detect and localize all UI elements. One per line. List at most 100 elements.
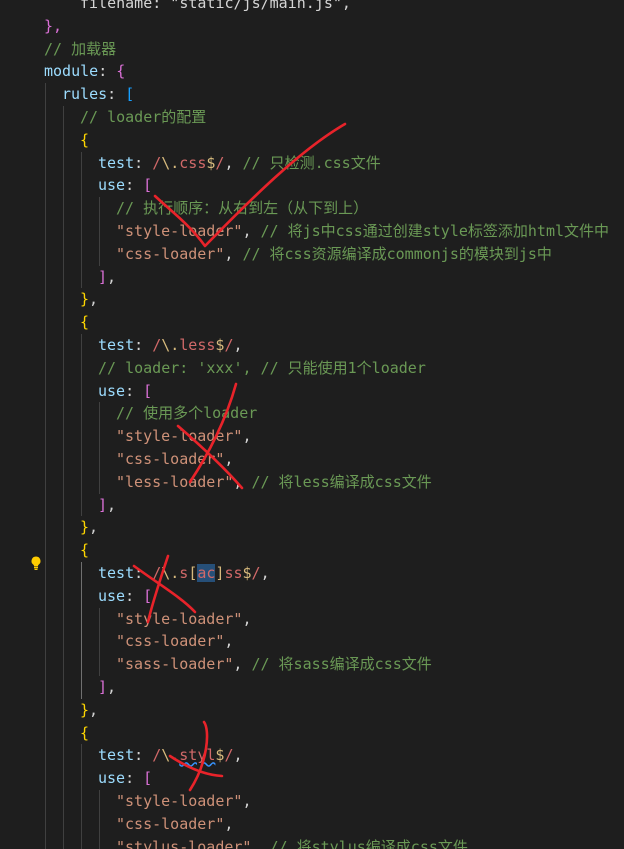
code-line[interactable]: "css-loader",	[0, 448, 233, 471]
code-line[interactable]: "style-loader",	[0, 790, 251, 813]
code-token: ,	[242, 792, 252, 810]
code-token: "sass-loader"	[116, 655, 234, 674]
code-token: ,	[242, 427, 252, 446]
code-line[interactable]: },	[0, 516, 98, 539]
code-token: :	[107, 85, 126, 104]
code-token: [	[143, 381, 153, 400]
code-token: :	[134, 746, 153, 765]
code-token: [	[188, 564, 198, 582]
code-token: less	[179, 336, 216, 354]
code-line[interactable]: "sass-loader", // 将sass编译成css文件	[0, 653, 432, 676]
code-line[interactable]: },	[0, 699, 98, 722]
code-line[interactable]: // 使用多个loader	[0, 402, 257, 425]
code-line[interactable]: test: /\.less$/,	[0, 334, 243, 357]
code-line[interactable]: use: [	[0, 767, 152, 790]
code-token: css	[179, 153, 207, 172]
code-token: :	[134, 336, 153, 354]
code-token: styl	[179, 746, 216, 765]
code-line[interactable]: use: [	[0, 585, 152, 608]
code-token: test	[98, 153, 135, 172]
code-token: // 将sass编译成css文件	[251, 655, 432, 674]
code-token: test	[98, 336, 135, 354]
code-token: ,	[224, 244, 243, 263]
code-line[interactable]: use: [	[0, 380, 152, 403]
code-line[interactable]: ],	[0, 676, 116, 699]
code-token: "less-loader"	[116, 472, 234, 491]
code-editor[interactable]: filename: "static/js/main.js",}, // 加载器 mo…	[0, 0, 624, 849]
code-token: \.	[161, 153, 180, 172]
code-line[interactable]: "less-loader", // 将less编译成css文件	[0, 471, 432, 494]
code-token: \.	[161, 336, 180, 354]
code-token: /	[152, 746, 162, 765]
code-token: ,	[242, 609, 252, 628]
code-token: [	[143, 586, 153, 605]
code-token: ,	[224, 632, 234, 651]
code-token: /	[152, 564, 162, 582]
code-token: }	[80, 700, 90, 719]
code-token: [	[143, 176, 153, 195]
code-token: }	[80, 290, 90, 309]
code-token: },	[44, 16, 63, 35]
code-line[interactable]: // 加载器	[0, 38, 116, 61]
code-line[interactable]: "css-loader",	[0, 630, 233, 653]
code-token: ,	[89, 290, 99, 309]
code-line[interactable]: ],	[0, 266, 116, 289]
code-token: {	[80, 313, 90, 332]
code-token: // 只检测.css文件	[242, 153, 381, 172]
code-line[interactable]: {	[0, 129, 89, 152]
code-line[interactable]: },	[0, 15, 62, 38]
code-token: ,	[233, 336, 243, 354]
code-token: // 执行顺序：从右到左（从下到上）	[116, 199, 369, 218]
code-line[interactable]: "stylus-loader", // 将stylus编译成css文件	[0, 836, 468, 849]
code-line[interactable]: filename: "static/js/main.js",	[0, 0, 351, 15]
code-token: "style-loader"	[116, 792, 243, 810]
code-token: ,	[260, 564, 270, 582]
code-line[interactable]: test: /\.css$/, // 只检测.css文件	[0, 152, 381, 175]
code-line[interactable]: "css-loader", // 将css资源编译成commonjs的模块到js…	[0, 243, 552, 266]
code-line[interactable]: rules: [	[0, 83, 134, 106]
code-line[interactable]: // 执行顺序：从右到左（从下到上）	[0, 197, 368, 220]
code-token: ,	[224, 153, 243, 172]
code-line[interactable]: module: {	[0, 60, 125, 83]
code-line[interactable]: "css-loader",	[0, 813, 233, 836]
code-token: // loader的配置	[80, 108, 207, 126]
code-token: use	[98, 381, 126, 400]
code-token: ,	[251, 837, 270, 849]
code-token: "css-loader"	[116, 632, 225, 651]
code-line[interactable]: "style-loader",	[0, 608, 251, 631]
code-token: /	[152, 336, 162, 354]
code-token: "style-loader"	[116, 427, 243, 446]
code-token: :	[134, 153, 153, 172]
code-token: /	[251, 564, 261, 582]
code-line[interactable]: "style-loader", // 将js中css通过创建style标签添加h…	[0, 220, 609, 243]
code-line[interactable]: // loader的配置	[0, 106, 206, 129]
code-line[interactable]: ],	[0, 494, 116, 517]
code-token: {	[80, 723, 90, 742]
lightbulb-icon[interactable]	[28, 555, 44, 571]
code-line[interactable]: "style-loader",	[0, 425, 251, 448]
code-token: // loader: 'xxx', // 只能使用1个loader	[98, 358, 426, 377]
code-token: ,	[233, 746, 243, 765]
code-token: // 使用多个loader	[116, 404, 258, 423]
code-line[interactable]: use: [	[0, 174, 152, 197]
code-token: ,	[107, 267, 117, 286]
code-line[interactable]: // loader: 'xxx', // 只能使用1个loader	[0, 357, 426, 380]
code-line[interactable]: },	[0, 288, 98, 311]
code-token: ,	[107, 495, 117, 514]
code-line[interactable]: {	[0, 722, 89, 745]
code-token: s	[179, 564, 189, 582]
code-line[interactable]: {	[0, 539, 89, 562]
code-token: ,	[89, 700, 99, 719]
code-token: \.	[161, 564, 180, 582]
code-token: use	[98, 586, 126, 605]
code-line[interactable]: {	[0, 311, 89, 334]
code-token: \.	[161, 746, 180, 765]
code-token: module	[44, 62, 99, 81]
code-token: ]	[98, 678, 108, 696]
code-line[interactable]: test: /\.styl$/,	[0, 744, 243, 767]
code-token: $	[242, 564, 252, 582]
code-token: ss	[224, 564, 243, 582]
code-token: ,	[89, 518, 99, 537]
code-token: ]	[98, 495, 108, 514]
code-token: "css-loader"	[116, 450, 225, 468]
